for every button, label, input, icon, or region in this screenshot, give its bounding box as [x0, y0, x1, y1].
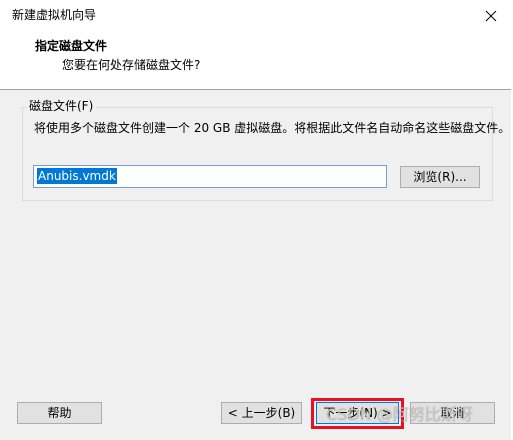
page-subheading: 您要在何处存储磁盘文件?	[62, 58, 201, 72]
back-button[interactable]: < 上一步(B)	[221, 402, 302, 424]
disk-file-name-input[interactable]: Anubis.vmdk	[33, 165, 387, 188]
wizard-header: 指定磁盘文件 您要在何处存储磁盘文件?	[0, 31, 511, 90]
disk-file-name-value: Anubis.vmdk	[37, 168, 117, 184]
close-button[interactable]	[469, 0, 513, 31]
window-title: 新建虚拟机向导	[12, 8, 97, 22]
disk-file-group-label: 磁盘文件(F)	[27, 99, 97, 114]
help-button[interactable]: 帮助	[17, 402, 102, 424]
footer-divider	[0, 388, 511, 389]
next-button[interactable]: 下一步(N) >	[316, 402, 399, 424]
browse-button[interactable]: 浏览(R)...	[400, 166, 480, 188]
close-icon	[485, 10, 497, 21]
cancel-button[interactable]: 取消	[410, 402, 495, 424]
new-vm-wizard-dialog: 新建虚拟机向导 指定磁盘文件 您要在何处存储磁盘文件? 磁盘文件(F) 将使用多…	[0, 0, 513, 440]
disk-file-description: 将使用多个磁盘文件创建一个 20 GB 虚拟磁盘。将根据此文件名自动命名这些磁盘…	[34, 121, 511, 135]
title-bar: 新建虚拟机向导	[0, 0, 513, 31]
page-heading: 指定磁盘文件	[35, 39, 108, 53]
